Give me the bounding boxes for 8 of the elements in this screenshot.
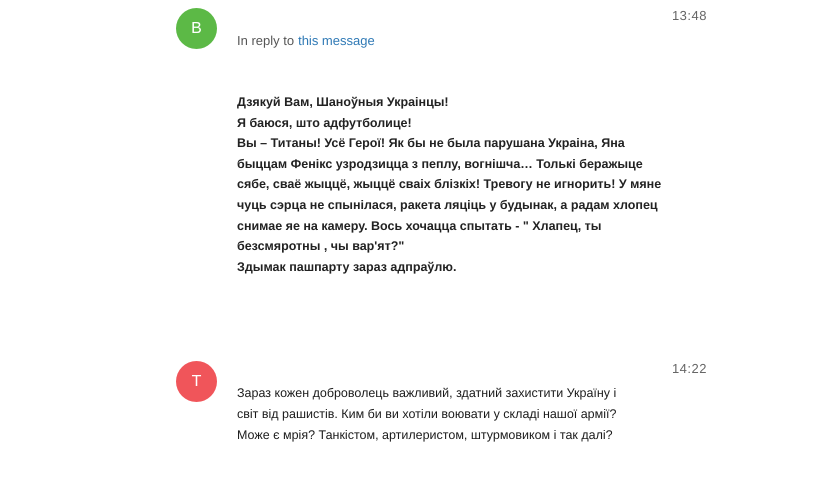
avatar: T xyxy=(176,361,217,402)
reply-label: In reply to xyxy=(237,33,294,48)
message-text: Зараз кожен доброволець важливий, здатний захистити Україну і світ від рашистів. Ким би ви хотіли воювати у складі нашої армії? Може є мрія? Танкістом, артилеристом, штурмовиком і так далі? xyxy=(237,385,618,444)
message-text: Дзякуй Вам, Шаноўныя Украінцы! Я баюся, што адфутболице! Вы – Титаны! Усё Герої! Як бы не была парушана Украіна, Яна быццам Фенікс узродзицца з пеплу, вогнішча… Толькі беражыце сябе, сваё жыццё, жыццё сваіх блізкіх! Тревогу не игнорить! У мяне чуць сэрца не спынілася, ракета ляціць у будынак, а радам хлопец снимае яе на камеру. Вось хочацца спытать - " Хлапец, ты безсмяротны , чы вар'ят?" Здымак пашпарту зараз адпраўлю. xyxy=(237,94,662,276)
reply-link[interactable]: this message xyxy=(298,33,375,48)
message-time: 13:48 xyxy=(672,8,707,25)
avatar: B xyxy=(176,8,217,49)
message-time: 14:22 xyxy=(672,361,707,378)
